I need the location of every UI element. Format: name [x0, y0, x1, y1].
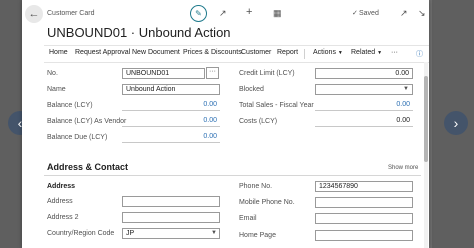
action-separator [304, 49, 305, 59]
address-field[interactable] [122, 196, 220, 207]
mobile-field[interactable] [315, 197, 413, 208]
mobile-label: Mobile Phone No. [239, 199, 295, 206]
name-field[interactable]: Unbound Action [122, 84, 220, 95]
info-icon[interactable]: ⓘ [416, 49, 423, 59]
page-caption: Customer Card [47, 10, 95, 17]
open-in-new-window-icon: ↗ [400, 8, 408, 18]
balance-label: Balance (LCY) [47, 102, 93, 109]
plus-icon: + [246, 6, 253, 18]
section-title-address-contact: Address & Contact [47, 162, 129, 172]
balance-due-label: Balance Due (LCY) [47, 134, 108, 141]
homepage-label: Home Page [239, 232, 276, 239]
trash-icon: ▦ [273, 8, 282, 18]
action-customer[interactable]: Customer [241, 49, 271, 56]
blocked-select[interactable] [315, 84, 413, 95]
phone-field[interactable]: 1234567890 [315, 181, 413, 192]
costs-label: Costs (LCY) [239, 118, 278, 125]
checkmark-icon: ✓ [352, 10, 358, 17]
blocked-label: Blocked [239, 86, 264, 93]
action-related-menu[interactable]: Related ▼ [351, 49, 382, 56]
country-label: Country/Region Code [47, 230, 115, 237]
balance-value[interactable]: 0.00 [122, 100, 220, 111]
collapse-icon: ↘ [418, 8, 426, 18]
balance-due-value[interactable]: 0.00 [122, 132, 220, 143]
address2-field[interactable] [122, 212, 220, 223]
balance-vendor-label: Balance (LCY) As Vendor [47, 118, 127, 125]
chevron-down-icon: ▼ [337, 50, 343, 56]
credit-limit-field[interactable]: 0.00 [315, 68, 413, 79]
section-divider [44, 175, 421, 176]
action-related-label: Related [351, 49, 376, 56]
more-options-button[interactable]: ··· [391, 49, 398, 56]
costs-value: 0.00 [315, 116, 413, 127]
collapse-button[interactable]: ↘ [418, 8, 426, 19]
chevron-down-icon: ▼ [377, 50, 383, 56]
address-subheading: Address [47, 183, 76, 190]
email-field[interactable] [315, 213, 413, 224]
share-button[interactable]: ↗ [219, 8, 227, 19]
customer-card: ← Customer Card UNBOUND01 · Unbound Acti… [22, 0, 429, 248]
show-more-link[interactable]: Show more [388, 165, 418, 171]
save-status: Saved [359, 10, 379, 17]
action-prices-discounts[interactable]: Prices & Discounts [183, 49, 242, 56]
pencil-icon: ✎ [195, 9, 202, 18]
arrow-left-icon: ← [28, 8, 40, 20]
assist-edit-button[interactable]: ··· [206, 67, 219, 79]
page-title: UNBOUND01 · Unbound Action [47, 25, 231, 40]
phone-label: Phone No. [239, 183, 273, 190]
action-report[interactable]: Report [277, 49, 298, 56]
chevron-down-icon: ▼ [211, 230, 217, 236]
homepage-field[interactable] [315, 230, 413, 241]
no-label: No. [47, 70, 58, 77]
share-icon: ↗ [219, 8, 227, 18]
chevron-down-icon: ▼ [403, 86, 409, 92]
delete-button[interactable]: ▦ [273, 8, 282, 19]
back-button[interactable]: ← [25, 5, 43, 23]
open-new-window-button[interactable]: ↗ [400, 8, 408, 19]
total-sales-value[interactable]: 0.00 [315, 100, 413, 111]
action-home[interactable]: Home [49, 49, 68, 56]
action-bar: Home Request Approval New Document Price… [44, 45, 429, 63]
new-button[interactable]: + [246, 6, 252, 18]
action-actions-menu[interactable]: Actions ▼ [313, 49, 343, 56]
no-field[interactable]: UNBOUND01 [122, 68, 205, 79]
chevron-right-icon: › [453, 115, 459, 131]
action-new-document[interactable]: New Document [132, 49, 180, 56]
action-request-approval[interactable]: Request Approval [75, 49, 130, 56]
address2-label: Address 2 [47, 214, 79, 221]
balance-vendor-value[interactable]: 0.00 [122, 116, 220, 127]
country-select[interactable]: JP [122, 228, 220, 239]
email-label: Email [239, 215, 257, 222]
total-sales-label: Total Sales - Fiscal Year [239, 102, 314, 109]
edit-button[interactable]: ✎ [190, 5, 207, 22]
next-record-button[interactable]: › [444, 111, 468, 135]
credit-limit-label: Credit Limit (LCY) [239, 70, 295, 77]
address-label: Address [47, 198, 73, 205]
scrollbar-thumb[interactable] [424, 76, 428, 162]
action-actions-label: Actions [313, 49, 336, 56]
name-label: Name [47, 86, 66, 93]
